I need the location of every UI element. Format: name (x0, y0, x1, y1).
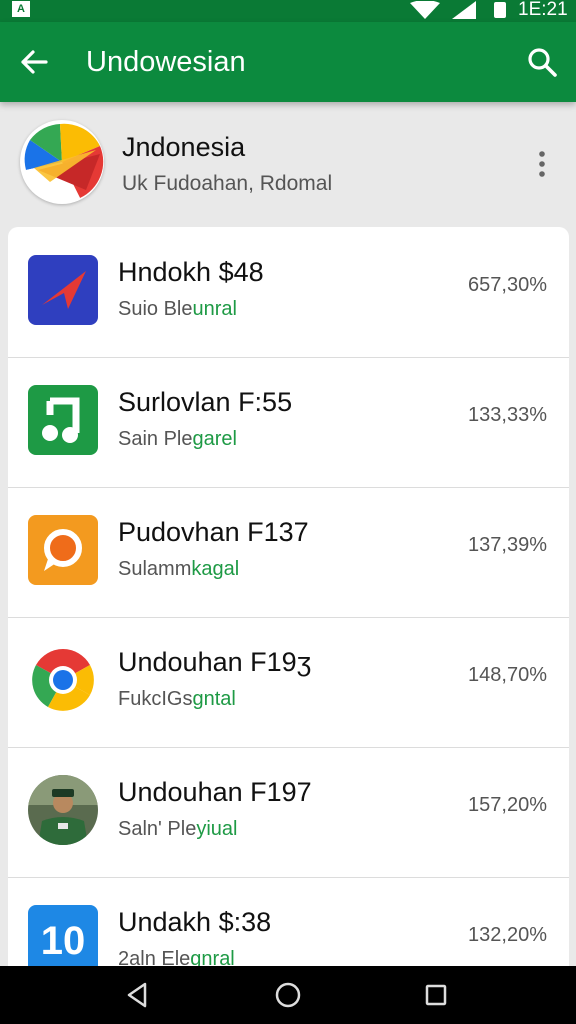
person-photo-icon (28, 775, 98, 845)
item-value: 132,20% (468, 924, 547, 946)
app-header: Jndonesia Uk Fudoahan, Rdomal (0, 102, 576, 226)
nav-recents-icon[interactable] (421, 980, 451, 1010)
header-subtitle: Uk Fudoahan, Rdomal (122, 172, 333, 195)
item-value: 157,20% (468, 794, 547, 816)
list-item[interactable]: Hndokh $48 Suio Bleunral 657,30% (8, 227, 569, 358)
item-title: Hndokh $48 (118, 257, 264, 287)
item-title: Undakh $:38 (118, 907, 272, 937)
chat-bubble-icon (28, 515, 98, 585)
item-value: 657,30% (468, 274, 547, 296)
item-value: 137,39% (468, 534, 547, 556)
app-logo-icon (20, 120, 104, 204)
item-title: Surlovlan F:55 (118, 387, 293, 417)
item-subtitle: Sulammkagal (118, 558, 240, 580)
signal-icon (452, 1, 476, 19)
send-arrow-icon (28, 255, 98, 325)
item-subtitle: Saln' Pleyiual (118, 818, 238, 840)
list-card: Hndokh $48 Suio Bleunral 657,30% Surlovl… (8, 227, 569, 987)
battery-icon (494, 2, 506, 18)
item-title: Undouhan F197 (118, 777, 312, 807)
item-value: 133,33% (468, 404, 547, 426)
item-subtitle: Suio Bleunral (118, 298, 237, 320)
list-item[interactable]: Pudovhan F137 Sulammkagal 137,39% (8, 487, 569, 618)
item-subtitle: Sain Plegarel (118, 428, 237, 450)
system-nav-bar (0, 966, 576, 1024)
item-subtitle: FukcIGsgntal (118, 688, 236, 710)
more-vert-icon[interactable] (528, 146, 556, 182)
nav-back-icon[interactable] (123, 980, 153, 1010)
list-item[interactable]: Surlovlan F:55 Sain Plegarel 133,33% (8, 357, 569, 488)
page-title: Undowesian (86, 46, 246, 78)
list-item[interactable]: Undouhan F197 Saln' Pleyiual 157,20% (8, 747, 569, 878)
item-title: Pudovhan F137 (118, 517, 309, 547)
music-note-icon (28, 385, 98, 455)
number-10-icon: 10 (28, 905, 98, 975)
item-title: Undouhan F19ʒ (118, 647, 312, 677)
back-arrow-icon[interactable] (16, 44, 52, 80)
status-bar: A 1E:21 (0, 0, 576, 22)
app-bar: Undowesian (0, 22, 576, 102)
item-value: 148,70% (468, 664, 547, 686)
wifi-icon (410, 1, 440, 19)
search-icon[interactable] (524, 44, 560, 80)
svg-text:10: 10 (41, 919, 86, 963)
chrome-icon (28, 645, 98, 715)
nav-home-icon[interactable] (273, 980, 303, 1010)
clock: 1E:21 (518, 0, 568, 20)
list-item[interactable]: Undouhan F19ʒ FukcIGsgntal 148,70% (8, 617, 569, 748)
header-name: Jndonesia (122, 132, 246, 162)
carrier-icon: A (12, 1, 30, 17)
